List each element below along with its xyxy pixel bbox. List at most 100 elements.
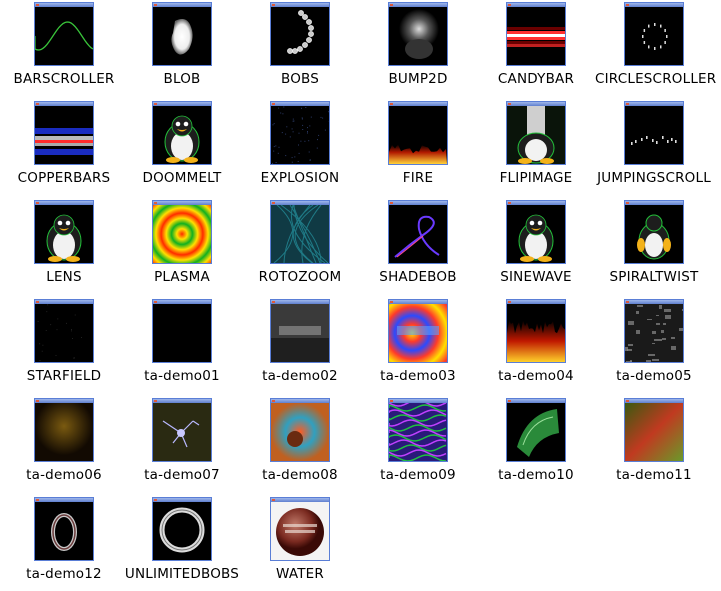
thumbnail-item-doommelt[interactable]: DOOMMELT xyxy=(123,99,241,195)
thumbnail-art xyxy=(507,304,565,362)
thumbnail-item-ta-demo06[interactable]: ta-demo06 xyxy=(5,396,123,492)
thumbnail-art xyxy=(153,502,211,560)
thumbnail-item-unlimitedbobs[interactable]: UNLIMITEDBOBS xyxy=(123,495,241,591)
thumbnail-item-bump2d[interactable]: BUMP2D xyxy=(359,0,477,96)
thumbnail-image[interactable] xyxy=(152,200,212,264)
thumbnail-image[interactable] xyxy=(34,497,94,561)
thumbnail-item-circlescroller[interactable]: CIRCLESCROLLER xyxy=(595,0,713,96)
thumbnail-item-fire[interactable]: FIRE xyxy=(359,99,477,195)
thumbnail-item-candybar[interactable]: CANDYBAR xyxy=(477,0,595,96)
thumbnail-image[interactable] xyxy=(270,497,330,561)
thumbnail-label: ta-demo07 xyxy=(123,467,241,483)
thumbnail-label: FLIPIMAGE xyxy=(477,170,595,186)
thumbnail-label: CIRCLESCROLLER xyxy=(595,71,713,87)
thumbnail-image[interactable] xyxy=(388,2,448,66)
thumbnail-image[interactable] xyxy=(270,2,330,66)
thumbnail-art xyxy=(389,205,447,263)
thumbnail-image[interactable] xyxy=(506,398,566,462)
thumbnail-image[interactable] xyxy=(506,299,566,363)
thumbnail-item-bobs[interactable]: BOBS xyxy=(241,0,359,96)
thumbnail-item-ta-demo10[interactable]: ta-demo10 xyxy=(477,396,595,492)
thumbnail-label: JUMPINGSCROLL xyxy=(595,170,713,186)
thumbnail-image[interactable] xyxy=(506,200,566,264)
thumbnail-image[interactable] xyxy=(34,299,94,363)
thumbnail-image[interactable] xyxy=(506,2,566,66)
thumbnail-art xyxy=(153,106,211,164)
thumbnail-label: BUMP2D xyxy=(359,71,477,87)
thumbnail-image[interactable] xyxy=(152,2,212,66)
thumbnail-image[interactable] xyxy=(624,398,684,462)
thumbnail-label: ta-demo08 xyxy=(241,467,359,483)
thumbnail-label: ta-demo06 xyxy=(5,467,123,483)
thumbnail-item-ta-demo01[interactable]: ta-demo01 xyxy=(123,297,241,393)
thumbnail-item-copperbars[interactable]: COPPERBARS xyxy=(5,99,123,195)
thumbnail-item-flipimage[interactable]: FLIPIMAGE xyxy=(477,99,595,195)
thumbnail-label: EXPLOSION xyxy=(241,170,359,186)
thumbnail-image[interactable] xyxy=(152,497,212,561)
thumbnail-art xyxy=(271,205,329,263)
thumbnail-item-plasma[interactable]: PLASMA xyxy=(123,198,241,294)
thumbnail-item-ta-demo05[interactable]: ta-demo05 xyxy=(595,297,713,393)
thumbnail-item-explosion[interactable]: EXPLOSION xyxy=(241,99,359,195)
thumbnail-image[interactable] xyxy=(152,398,212,462)
thumbnail-image[interactable] xyxy=(152,101,212,165)
thumbnail-label: ta-demo09 xyxy=(359,467,477,483)
thumbnail-art xyxy=(625,403,683,461)
thumbnail-item-ta-demo08[interactable]: ta-demo08 xyxy=(241,396,359,492)
thumbnail-image[interactable] xyxy=(624,2,684,66)
thumbnail-image[interactable] xyxy=(624,299,684,363)
thumbnail-art xyxy=(625,106,683,164)
thumbnail-label: ta-demo11 xyxy=(595,467,713,483)
thumbnail-label: ROTOZOOM xyxy=(241,269,359,285)
thumbnail-label: WATER xyxy=(241,566,359,582)
thumbnail-image[interactable] xyxy=(34,200,94,264)
thumbnail-image[interactable] xyxy=(270,398,330,462)
thumbnail-art xyxy=(507,205,565,263)
thumbnail-image[interactable] xyxy=(624,200,684,264)
thumbnail-art xyxy=(153,304,211,362)
thumbnail-item-shadebob[interactable]: SHADEBOB xyxy=(359,198,477,294)
thumbnail-image[interactable] xyxy=(270,299,330,363)
thumbnail-image[interactable] xyxy=(34,398,94,462)
thumbnail-label: LENS xyxy=(5,269,123,285)
thumbnail-item-ta-demo09[interactable]: ta-demo09 xyxy=(359,396,477,492)
thumbnail-item-ta-demo03[interactable]: ta-demo03 xyxy=(359,297,477,393)
thumbnail-item-ta-demo07[interactable]: ta-demo07 xyxy=(123,396,241,492)
thumbnail-image[interactable] xyxy=(388,101,448,165)
thumbnail-item-spiraltwist[interactable]: SPIRALTWIST xyxy=(595,198,713,294)
thumbnail-item-ta-demo04[interactable]: ta-demo04 xyxy=(477,297,595,393)
thumbnail-item-ta-demo02[interactable]: ta-demo02 xyxy=(241,297,359,393)
thumbnail-label: ta-demo02 xyxy=(241,368,359,384)
thumbnail-image[interactable] xyxy=(506,101,566,165)
thumbnail-art xyxy=(507,7,565,65)
thumbnail-item-barscroller[interactable]: BARSCROLLER xyxy=(5,0,123,96)
thumbnail-label: FIRE xyxy=(359,170,477,186)
thumbnail-label: SINEWAVE xyxy=(477,269,595,285)
thumbnail-image[interactable] xyxy=(388,398,448,462)
thumbnail-item-sinewave[interactable]: SINEWAVE xyxy=(477,198,595,294)
thumbnail-image[interactable] xyxy=(270,101,330,165)
thumbnail-image[interactable] xyxy=(152,299,212,363)
thumbnail-item-starfield[interactable]: STARFIELD xyxy=(5,297,123,393)
thumbnail-item-ta-demo12[interactable]: ta-demo12 xyxy=(5,495,123,591)
thumbnail-item-ta-demo11[interactable]: ta-demo11 xyxy=(595,396,713,492)
thumbnail-art xyxy=(271,106,329,164)
thumbnail-grid: BARSCROLLERBLOBBOBSBUMP2DCANDYBARCIRCLES… xyxy=(0,0,721,588)
thumbnail-item-water[interactable]: WATER xyxy=(241,495,359,591)
thumbnail-art xyxy=(35,7,93,65)
thumbnail-item-rotozoom[interactable]: ROTOZOOM xyxy=(241,198,359,294)
thumbnail-art xyxy=(507,106,565,164)
thumbnail-image[interactable] xyxy=(624,101,684,165)
thumbnail-item-lens[interactable]: LENS xyxy=(5,198,123,294)
thumbnail-item-blob[interactable]: BLOB xyxy=(123,0,241,96)
thumbnail-art xyxy=(271,502,329,560)
thumbnail-item-jumpingscroll[interactable]: JUMPINGSCROLL xyxy=(595,99,713,195)
thumbnail-art xyxy=(625,304,683,362)
thumbnail-art xyxy=(153,7,211,65)
thumbnail-image[interactable] xyxy=(34,2,94,66)
thumbnail-image[interactable] xyxy=(34,101,94,165)
thumbnail-image[interactable] xyxy=(388,299,448,363)
thumbnail-image[interactable] xyxy=(388,200,448,264)
thumbnail-image[interactable] xyxy=(270,200,330,264)
thumbnail-art xyxy=(35,502,93,560)
